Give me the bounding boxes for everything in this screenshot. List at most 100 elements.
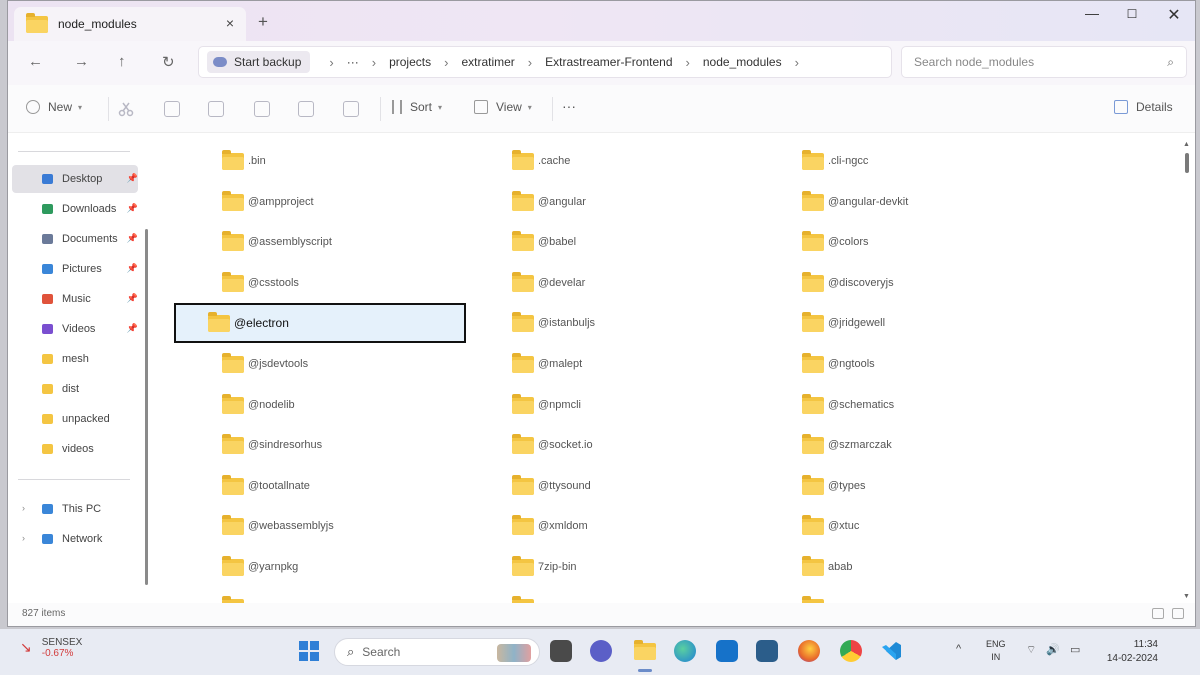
photos-icon[interactable] — [756, 640, 778, 662]
folder-item[interactable]: @types — [754, 466, 1046, 506]
wifi-icon[interactable]: ⌔ — [1026, 643, 1036, 657]
folder-item[interactable]: @schematics — [754, 385, 1046, 425]
file-manager-icon[interactable] — [550, 640, 572, 662]
new-button[interactable]: New ▾ — [26, 100, 82, 114]
language-indicator[interactable]: ENG IN — [986, 638, 1006, 664]
folder-item-selected[interactable]: @electron — [174, 303, 466, 344]
pin-icon[interactable]: 📌 — [127, 173, 138, 184]
share-icon[interactable] — [298, 101, 314, 117]
folder-item[interactable]: @discoveryjs — [754, 263, 1046, 303]
folder-item[interactable]: @xtuc — [754, 506, 1046, 546]
mail-icon[interactable] — [716, 640, 738, 662]
clock[interactable]: 11:34 14-02-2024 — [1098, 638, 1158, 666]
breadcrumb-projects[interactable]: projects — [389, 55, 431, 69]
up-button[interactable]: ↑ — [118, 53, 126, 70]
folder-item[interactable]: .bin — [174, 141, 466, 181]
file-explorer-icon[interactable] — [634, 640, 656, 662]
folder-item[interactable]: @npmcli — [464, 385, 756, 425]
folder-item[interactable]: @csstools — [174, 263, 466, 303]
address-bar[interactable]: Start backup › ··· › projects › extratim… — [198, 46, 892, 78]
windows-start-icon[interactable] — [298, 640, 320, 662]
pin-icon[interactable]: 📌 — [127, 293, 138, 304]
sidebar-item-unpacked[interactable]: unpacked — [12, 405, 138, 433]
minimize-button[interactable]: — — [1072, 5, 1112, 21]
folder-item[interactable]: @tootallnate — [174, 466, 466, 506]
sidebar-item-desktop[interactable]: Desktop 📌 — [12, 165, 138, 193]
folder-item[interactable]: @sindresorhus — [174, 425, 466, 465]
folder-item[interactable]: @jsdevtools — [174, 344, 466, 384]
taskbar-search[interactable]: ⌕ Search — [334, 638, 540, 666]
back-button[interactable]: ← — [28, 53, 43, 70]
paste-icon[interactable] — [208, 101, 224, 117]
pin-icon[interactable]: 📌 — [127, 263, 138, 274]
sidebar-item-videos[interactable]: videos — [12, 435, 138, 463]
folder-item[interactable]: @xmldom — [464, 506, 756, 546]
pin-icon[interactable]: 📌 — [127, 323, 138, 334]
breadcrumb-extratimer[interactable]: extratimer — [461, 55, 514, 69]
large-icons-view-icon[interactable] — [1172, 608, 1184, 619]
start-backup-button[interactable]: Start backup — [207, 51, 311, 73]
folder-item[interactable]: @ampproject — [174, 182, 466, 222]
chat-icon[interactable] — [590, 640, 612, 662]
sidebar-item-dist[interactable]: dist — [12, 375, 138, 403]
chevron-right-icon[interactable]: › — [22, 533, 25, 543]
folder-item[interactable]: 7zip-bin — [464, 547, 756, 587]
close-button[interactable]: ✕ — [1154, 5, 1194, 25]
view-button[interactable]: View ▾ — [474, 100, 532, 114]
pin-icon[interactable]: 📌 — [127, 233, 138, 244]
cut-icon[interactable] — [118, 101, 134, 117]
content-scrollbar[interactable]: ▲ ▼ — [1182, 141, 1191, 601]
edge-browser-icon[interactable] — [674, 640, 696, 662]
battery-icon[interactable]: ▭ — [1070, 643, 1080, 656]
sidebar-scrollbar[interactable] — [145, 229, 148, 585]
tab-node-modules[interactable]: node_modules × — [14, 7, 246, 41]
sidebar-item-videos[interactable]: Videos 📌 — [12, 315, 138, 343]
sidebar-item-network[interactable]: › Network — [12, 525, 138, 553]
volume-icon[interactable]: 🔊 — [1046, 643, 1060, 656]
scrollbar-thumb[interactable] — [1185, 153, 1189, 173]
more-options-button[interactable]: ··· — [562, 98, 576, 114]
folder-item[interactable]: abab — [754, 547, 1046, 587]
folder-item[interactable]: @yarnpkg — [174, 547, 466, 587]
folder-item[interactable]: @angular-devkit — [754, 182, 1046, 222]
sidebar-item-music[interactable]: Music 📌 — [12, 285, 138, 313]
sidebar-item-downloads[interactable]: Downloads 📌 — [12, 195, 138, 223]
folder-item[interactable]: @malept — [464, 344, 756, 384]
maximize-button[interactable]: ☐ — [1112, 7, 1152, 21]
folder-item[interactable]: @webassemblyjs — [174, 506, 466, 546]
sidebar-item-this-pc[interactable]: › This PC — [12, 495, 138, 523]
folder-item[interactable]: @colors — [754, 222, 1046, 262]
folder-item[interactable]: @ngtools — [754, 344, 1046, 384]
chrome-icon[interactable] — [840, 640, 862, 662]
rename-icon[interactable] — [254, 101, 270, 117]
folder-item[interactable]: @babel — [464, 222, 756, 262]
tab-close-icon[interactable]: × — [226, 15, 234, 31]
folder-item[interactable]: @jridgewell — [754, 303, 1046, 343]
details-view-icon[interactable] — [1152, 608, 1164, 619]
breadcrumb-extrastreamer-frontend[interactable]: Extrastreamer-Frontend — [545, 55, 672, 69]
sidebar-item-documents[interactable]: Documents 📌 — [12, 225, 138, 253]
refresh-button[interactable]: ↻ — [162, 53, 175, 71]
folder-item[interactable]: @ttysound — [464, 466, 756, 506]
delete-icon[interactable] — [343, 101, 359, 117]
folder-item[interactable]: @nodelib — [174, 385, 466, 425]
folder-item[interactable]: @assemblyscript — [174, 222, 466, 262]
chevron-right-icon[interactable]: › — [22, 503, 25, 513]
folder-item[interactable]: @develar — [464, 263, 756, 303]
pin-icon[interactable]: 📌 — [127, 203, 138, 214]
sort-button[interactable]: Sort ▾ — [392, 100, 442, 114]
stock-widget[interactable]: ↘ SENSEX -0.67% — [20, 637, 82, 659]
sidebar-item-mesh[interactable]: mesh — [12, 345, 138, 373]
folder-item[interactable]: @socket.io — [464, 425, 756, 465]
sidebar-item-pictures[interactable]: Pictures 📌 — [12, 255, 138, 283]
scroll-down-icon[interactable]: ▼ — [1183, 593, 1190, 600]
folder-item[interactable]: @istanbuljs — [464, 303, 756, 343]
folder-item[interactable]: @angular — [464, 182, 756, 222]
copy-icon[interactable] — [164, 101, 180, 117]
vscode-icon[interactable] — [880, 640, 902, 662]
folder-item[interactable]: .cli-ngcc — [754, 141, 1046, 181]
folder-item[interactable]: .cache — [464, 141, 756, 181]
new-tab-button[interactable]: + — [258, 12, 268, 32]
tray-chevron-icon[interactable]: ^ — [956, 643, 961, 655]
folder-item[interactable]: @szmarczak — [754, 425, 1046, 465]
